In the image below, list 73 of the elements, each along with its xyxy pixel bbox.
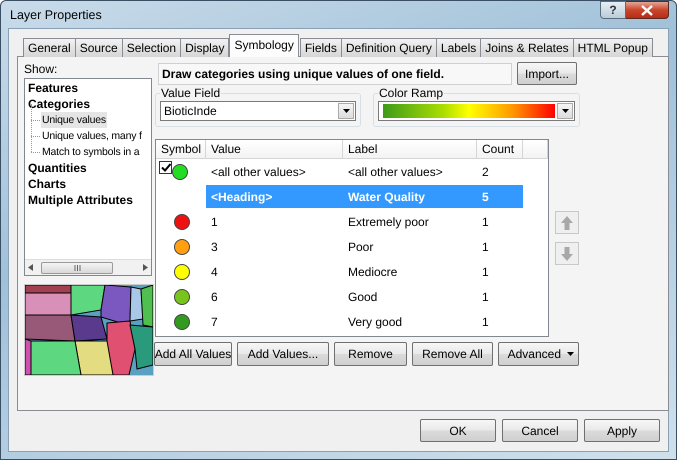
table-cell-text: 1: [481, 214, 490, 230]
dialog-button[interactable]: OK: [420, 419, 496, 442]
table-cell-text: 7: [210, 314, 219, 330]
column-header[interactable]: Symbol: [156, 140, 206, 158]
table-cell-text: 2: [481, 164, 490, 180]
table-cell-text: Good: [347, 288, 378, 306]
tab[interactable]: Definition Query: [340, 38, 437, 57]
table-cell-text: 1: [481, 238, 490, 256]
show-label: Show:: [24, 62, 58, 76]
table-cell-text: <all other values>: [210, 164, 307, 180]
description-text: Draw categories using unique values of one field.: [158, 62, 512, 84]
table-cell-text: 1: [481, 264, 490, 280]
window-title: Layer Properties: [10, 8, 102, 22]
checkbox[interactable]: [159, 161, 172, 174]
table-cell-text: 1: [481, 314, 490, 330]
tree-item[interactable]: Categories: [27, 96, 92, 112]
tab[interactable]: Source: [74, 38, 123, 57]
tree-item[interactable]: Unique values, many f: [41, 128, 143, 144]
tree-item[interactable]: Features: [27, 80, 80, 96]
arrow-right-icon: [143, 264, 148, 271]
tab[interactable]: Labels: [436, 38, 482, 57]
table-cell-text: Mediocre: [347, 264, 398, 280]
caret-icon: [562, 109, 568, 113]
table-cell-text: 1: [481, 288, 490, 306]
help-button[interactable]: ?: [600, 1, 626, 19]
tree-item[interactable]: Charts: [27, 176, 68, 192]
close-icon: [640, 4, 654, 16]
import-button[interactable]: Import...: [517, 62, 577, 85]
dialog-button[interactable]: Cancel: [502, 419, 578, 442]
caret-icon: [342, 109, 350, 113]
table-cell-text: 6: [210, 288, 219, 306]
tab[interactable]: Display: [180, 38, 230, 57]
tree-item[interactable]: Unique values: [41, 112, 107, 128]
column-header[interactable]: Value: [206, 140, 343, 158]
table-cell-text: 4: [210, 264, 219, 280]
tab[interactable]: Selection: [122, 38, 182, 57]
arrow-up-icon: [561, 216, 573, 230]
tab[interactable]: Fields: [300, 38, 342, 57]
arrow-left-icon: [28, 264, 33, 271]
color-ramp-dropdown[interactable]: [378, 101, 575, 121]
value-field-dropdown[interactable]: BioticInde: [160, 101, 356, 121]
action-button[interactable]: Advanced: [498, 342, 579, 366]
action-button[interactable]: Add All Values: [154, 342, 232, 366]
column-header[interactable]: Label: [343, 140, 477, 158]
grip-icon: [74, 264, 80, 270]
table-cell: 5: [482, 190, 489, 204]
table-cell-text: Very good: [347, 314, 404, 330]
group-label: Color Ramp: [378, 86, 444, 100]
table-cell-text: 1: [210, 214, 219, 230]
table-cell-text: Extremely poor: [347, 214, 430, 230]
dialog-button[interactable]: Apply: [584, 419, 660, 442]
caret-icon: [567, 352, 574, 356]
tab[interactable]: Symbology: [229, 34, 299, 57]
horizontal-scrollbar[interactable]: [25, 259, 151, 275]
action-button[interactable]: Remove: [334, 342, 407, 366]
tree-item[interactable]: Multiple Attributes: [27, 192, 134, 208]
tree-item[interactable]: Quantities: [27, 160, 88, 176]
tab[interactable]: Joins & Relates: [480, 38, 574, 57]
table-cell: Water Quality: [348, 190, 425, 204]
button-label: Advanced: [508, 347, 561, 361]
arrow-down-icon: [561, 246, 573, 260]
table-cell-text: <all other values>: [347, 164, 444, 180]
tab[interactable]: General: [23, 38, 76, 57]
table-cell-text: 3: [210, 238, 219, 256]
tree-item[interactable]: Match to symbols in a: [41, 144, 140, 160]
close-button[interactable]: [626, 1, 669, 19]
tab[interactable]: HTML Popup: [572, 38, 653, 57]
table-cell: <Heading>: [211, 190, 272, 204]
group-label: Value Field: [160, 86, 222, 100]
table-cell-text: Poor: [347, 238, 374, 256]
action-button[interactable]: Add Values...: [237, 342, 329, 366]
action-button[interactable]: Remove All: [412, 342, 493, 366]
column-header[interactable]: Count: [477, 140, 523, 158]
